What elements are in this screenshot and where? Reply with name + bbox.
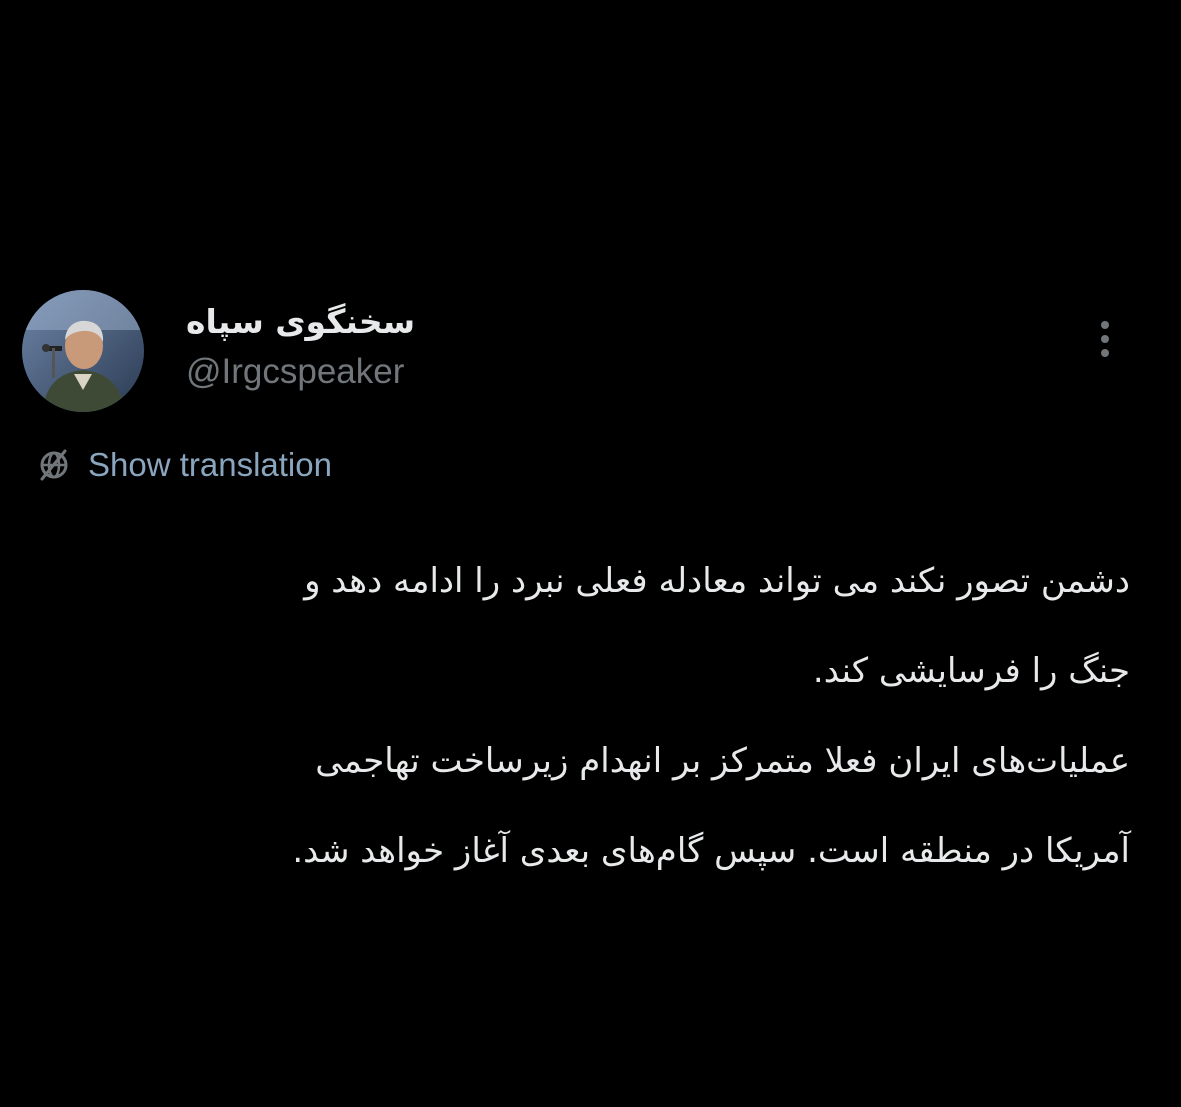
tweet-text: دشمن تصور نکند می تواند معادله فعلی نبرد… <box>40 536 1130 896</box>
tweet-card: سخنگوی سپاه @Irgcspeaker Show translatio… <box>0 0 1181 1107</box>
show-translation-link[interactable]: Show translation <box>34 442 332 488</box>
display-name[interactable]: سخنگوی سپاه <box>186 300 446 344</box>
tweet-line: جنگ را فرسایشی کند. <box>812 651 1130 691</box>
more-options-button[interactable] <box>1088 315 1122 363</box>
user-handle[interactable]: @Irgcspeaker <box>186 350 404 394</box>
more-vertical-icon-dot <box>1101 335 1109 343</box>
tweet-line: عملیات‌های ایران فعلا متمرکز بر انهدام ز… <box>315 741 1130 781</box>
globe-icon <box>40 449 68 481</box>
show-translation-label[interactable]: Show translation <box>88 446 332 484</box>
avatar[interactable] <box>22 290 144 412</box>
more-vertical-icon <box>1101 321 1109 329</box>
tweet-line: آمریکا در منطقه است. سپس گام‌های بعدی آغ… <box>292 831 1130 871</box>
tweet-line: دشمن تصور نکند می تواند معادله فعلی نبرد… <box>304 561 1130 601</box>
avatar-photo <box>22 290 144 412</box>
more-vertical-icon-dot <box>1101 349 1109 357</box>
